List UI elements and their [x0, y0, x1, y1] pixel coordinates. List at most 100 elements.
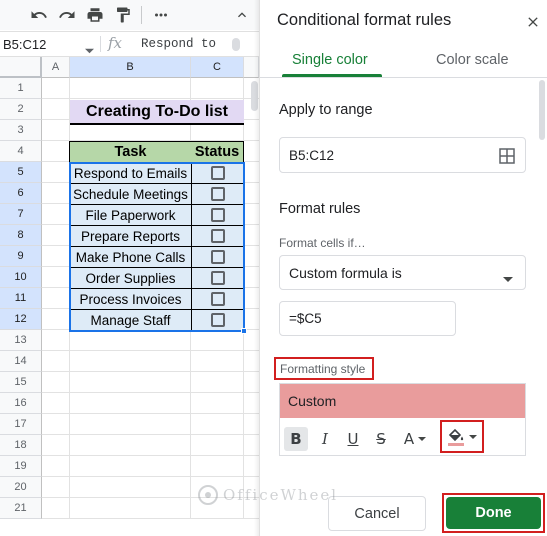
status-checkbox[interactable]: [210, 313, 225, 327]
print-icon[interactable]: [84, 4, 106, 26]
header-task-cell[interactable]: Task: [69, 141, 192, 163]
formula-bar: B5:C12 fx Respond to: [0, 31, 259, 57]
strikethrough-button[interactable]: S: [370, 427, 392, 451]
status-cell: [192, 226, 244, 247]
status-checkbox[interactable]: [210, 292, 225, 306]
toolbar-separator: [141, 6, 142, 24]
more-icon[interactable]: [150, 4, 172, 26]
format-rules-label: Format rules: [279, 201, 361, 217]
row-header-18[interactable]: 18: [0, 435, 42, 456]
status-cell: [192, 310, 244, 331]
task-cell[interactable]: Order Supplies: [69, 268, 192, 289]
panel-scrollbar[interactable]: [539, 80, 545, 140]
formula-value: =$C5: [289, 311, 322, 326]
row-header-2[interactable]: 2: [0, 99, 42, 120]
row-header-10[interactable]: 10: [0, 267, 42, 288]
chevron-down-icon: [418, 437, 427, 441]
gridline-row: [42, 98, 259, 99]
text-color-button[interactable]: A: [398, 427, 432, 451]
column-header-b[interactable]: B: [70, 57, 191, 78]
custom-formula-input[interactable]: =$C5: [279, 301, 456, 336]
officewheel-logo-icon: [198, 485, 218, 505]
formula-divider: [100, 36, 101, 52]
underline-button[interactable]: U: [342, 427, 364, 451]
status-checkbox[interactable]: [210, 271, 225, 285]
style-preview[interactable]: Custom: [280, 384, 525, 418]
row-header-6[interactable]: 6: [0, 183, 42, 204]
undo-icon[interactable]: [28, 4, 50, 26]
row-header-9[interactable]: 9: [0, 246, 42, 267]
status-checkbox[interactable]: [210, 166, 225, 180]
row-header-11[interactable]: 11: [0, 288, 42, 309]
range-value: B5:C12: [289, 148, 335, 163]
status-checkbox[interactable]: [210, 229, 225, 243]
status-checkbox[interactable]: [210, 187, 225, 201]
row-header-13[interactable]: 13: [0, 330, 42, 351]
row-header-21[interactable]: 21: [0, 498, 42, 519]
status-cell: [192, 163, 244, 184]
fx-icon: fx: [108, 34, 123, 52]
row-header-4[interactable]: 4: [0, 141, 42, 162]
row-header-7[interactable]: 7: [0, 204, 42, 225]
row-header-1[interactable]: 1: [0, 78, 42, 99]
gridline-row: [42, 413, 259, 414]
task-cell[interactable]: Schedule Meetings: [69, 184, 192, 205]
fill-color-button[interactable]: [445, 426, 479, 448]
cancel-button[interactable]: Cancel: [328, 496, 426, 531]
task-cell[interactable]: Prepare Reports: [69, 226, 192, 247]
redo-icon[interactable]: [56, 4, 78, 26]
chevron-down-icon: [503, 270, 513, 285]
column-header-a[interactable]: A: [42, 57, 70, 78]
task-cell[interactable]: Make Phone Calls: [69, 247, 192, 268]
row-header-15[interactable]: 15: [0, 372, 42, 393]
select-all-corner[interactable]: [0, 57, 42, 78]
row-header-3[interactable]: 3: [0, 120, 42, 141]
chevron-down-icon[interactable]: [85, 42, 94, 57]
tab-color-scale[interactable]: Color scale: [436, 52, 509, 68]
gridline-row: [42, 455, 259, 456]
paint-format-icon[interactable]: [112, 4, 134, 26]
task-cell[interactable]: Process Invoices: [69, 289, 192, 310]
column-header-c[interactable]: C: [191, 57, 244, 78]
task-cell[interactable]: Manage Staff: [69, 310, 192, 331]
header-status-cell[interactable]: Status: [191, 141, 244, 163]
close-icon[interactable]: [525, 14, 541, 30]
gridline-row: [42, 371, 259, 372]
sheet-toolbar: [0, 0, 259, 30]
task-cell[interactable]: Respond to Emails: [69, 163, 192, 184]
text-color-label: A: [403, 430, 415, 448]
row-header-14[interactable]: 14: [0, 351, 42, 372]
bold-button[interactable]: B: [284, 427, 308, 451]
title-cell[interactable]: Creating To-Do list: [70, 100, 244, 125]
fill-handle[interactable]: [241, 328, 247, 334]
name-box[interactable]: B5:C12: [3, 37, 46, 52]
row-header-17[interactable]: 17: [0, 414, 42, 435]
formula-input[interactable]: Respond to: [141, 37, 216, 51]
fill-color-highlight: [440, 420, 484, 453]
gridline-row: [42, 476, 259, 477]
row-header-5[interactable]: 5: [0, 162, 42, 183]
row-header-20[interactable]: 20: [0, 477, 42, 498]
row-header-16[interactable]: 16: [0, 393, 42, 414]
done-button[interactable]: Done: [446, 497, 541, 529]
sheet-grid: ABC 1 2 3 4 5 6 7 8 9 10 11 12 13 14 15 16 17 18 19 20 21 Cr…: [0, 57, 259, 536]
task-cell[interactable]: File Paperwork: [69, 205, 192, 226]
status-checkbox[interactable]: [210, 250, 225, 264]
status-checkbox[interactable]: [210, 208, 225, 222]
apply-to-range-label: Apply to range: [279, 102, 373, 118]
row-header-19[interactable]: 19: [0, 456, 42, 477]
gridline-row: [42, 434, 259, 435]
formatting-style-highlight: Formatting style: [274, 357, 374, 380]
grid-icon[interactable]: [499, 148, 515, 167]
row-header-12[interactable]: 12: [0, 309, 42, 330]
range-input[interactable]: B5:C12: [279, 137, 526, 173]
italic-button[interactable]: I: [314, 427, 336, 451]
row-header-8[interactable]: 8: [0, 225, 42, 246]
formatting-style-label: Formatting style: [280, 362, 366, 376]
condition-dropdown[interactable]: Custom formula is: [279, 255, 526, 290]
tab-single-color[interactable]: Single color: [292, 52, 368, 68]
collapse-icon[interactable]: [231, 4, 253, 26]
formula-scrollbar[interactable]: [232, 38, 240, 51]
gridline-row: [42, 350, 259, 351]
status-cell: [192, 268, 244, 289]
